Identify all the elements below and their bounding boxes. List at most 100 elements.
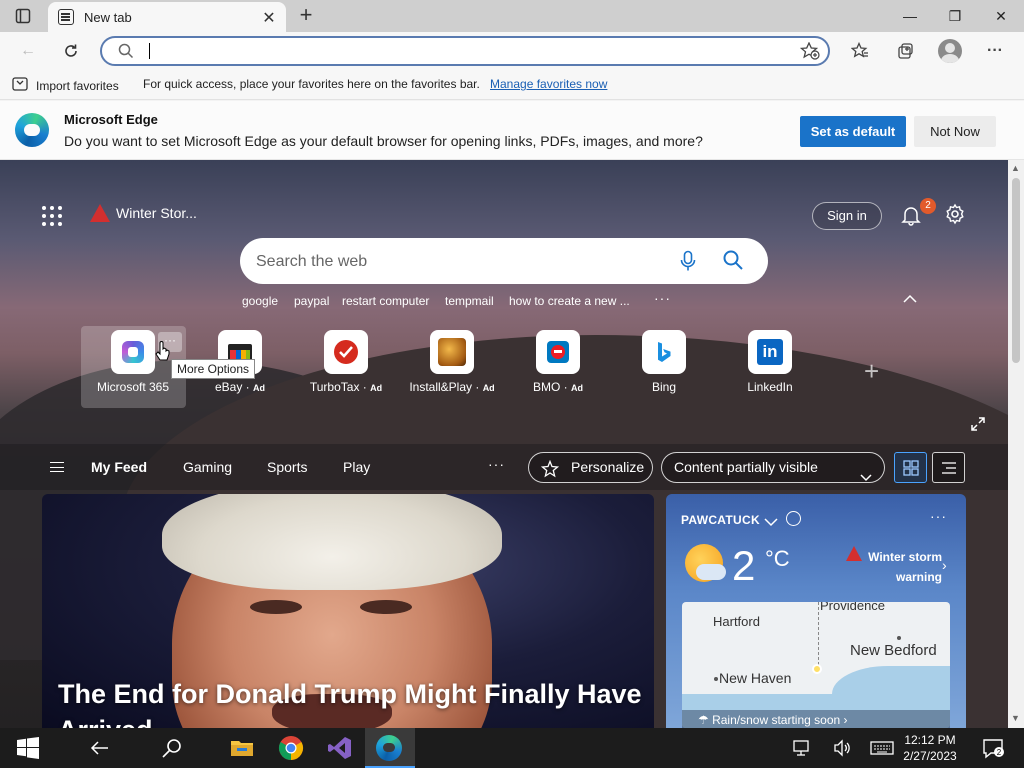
refresh-button[interactable] [57, 38, 85, 64]
search-suggestion[interactable]: restart computer [342, 294, 429, 308]
sign-in-button[interactable]: Sign in [812, 202, 882, 230]
minimize-button[interactable]: — [890, 4, 930, 28]
nav-sports[interactable]: Sports [267, 459, 307, 475]
import-favorites-button[interactable]: Import favorites [12, 77, 119, 94]
page-scrollbar[interactable]: ▲ ▼ [1008, 160, 1024, 728]
scroll-down-icon[interactable]: ▼ [1011, 713, 1020, 723]
profile-avatar[interactable] [938, 39, 962, 63]
default-browser-infobar: Microsoft Edge Do you want to set Micros… [0, 101, 1024, 160]
clock-time: 12:12 PM [904, 733, 956, 747]
web-search-box[interactable]: Search the web [240, 238, 768, 284]
back-arrow-icon[interactable] [88, 734, 116, 762]
search-suggestion[interactable]: how to create a new ... [509, 294, 630, 308]
notifications-icon[interactable]: 2 [982, 734, 1010, 762]
warning-icon [846, 546, 862, 561]
chrome-icon[interactable] [278, 734, 306, 762]
weather-alert-button[interactable]: Winter Stor... [90, 204, 197, 222]
favorites-icon[interactable] [846, 38, 874, 64]
manage-favorites-link[interactable]: Manage favorites now [490, 77, 607, 91]
turbotax-icon [324, 330, 368, 374]
chevron-up-icon[interactable] [902, 292, 918, 304]
import-favorites-label: Import favorites [36, 78, 119, 93]
collections-icon[interactable] [891, 38, 919, 64]
grid-view-button[interactable] [894, 452, 927, 483]
search-suggestion[interactable]: tempmail [445, 294, 494, 308]
network-icon[interactable] [792, 734, 820, 762]
warning-icon [90, 204, 110, 222]
address-input[interactable] [149, 43, 150, 59]
chevron-down-icon[interactable] [764, 514, 778, 527]
search-icon [118, 43, 134, 64]
close-window-button[interactable]: ✕ [981, 4, 1021, 28]
microphone-icon[interactable] [678, 250, 698, 272]
back-button[interactable]: ← [14, 38, 42, 64]
map-city-label: Providence [820, 602, 886, 613]
gear-icon[interactable] [944, 203, 966, 225]
new-tab-button[interactable]: + [294, 4, 318, 28]
file-explorer-icon[interactable] [230, 734, 258, 762]
tab-strip: New tab ✕ + — ❐ ✕ [0, 0, 1024, 32]
more-suggestions-icon[interactable]: ··· [654, 290, 671, 306]
weather-temperature: 2 [732, 542, 756, 589]
nav-play[interactable]: Play [343, 459, 370, 475]
add-quick-link-button[interactable]: + [864, 356, 879, 387]
search-suggestion[interactable]: google [242, 294, 278, 308]
hero-headline[interactable]: The End for Donald Trump Might Finally H… [58, 676, 648, 728]
tab-actions-icon[interactable] [8, 6, 38, 26]
weather-forecast-footer[interactable]: ☂ Rain/snow starting soon › [682, 710, 950, 728]
set-as-default-button[interactable]: Set as default [800, 116, 906, 147]
more-options-tooltip: More Options [171, 359, 256, 379]
news-photo-eye [360, 600, 412, 614]
weather-location[interactable]: PAWCATUCK [681, 513, 760, 527]
volume-icon[interactable] [832, 734, 860, 762]
tab-new-tab[interactable]: New tab ✕ [48, 2, 286, 32]
settings-more-icon[interactable]: ··· [981, 38, 1009, 64]
quick-link-install-play[interactable]: Install&Play · Ad [407, 330, 497, 394]
keyboard-icon[interactable] [870, 734, 898, 762]
globe-icon[interactable] [786, 511, 801, 526]
weather-more-icon[interactable]: ··· [930, 508, 947, 524]
nav-my-feed[interactable]: My Feed [91, 459, 147, 475]
close-tab-icon[interactable]: ✕ [260, 8, 278, 28]
search-icon[interactable] [160, 734, 188, 762]
hero-news-card[interactable]: The End for Donald Trump Might Finally H… [42, 494, 654, 728]
weather-warning-line: warning [895, 570, 942, 584]
weather-card[interactable]: PAWCATUCK ··· 2 °C Winter storm warning … [666, 494, 966, 728]
ad-label: Ad [482, 383, 495, 393]
scroll-up-icon[interactable]: ▲ [1011, 163, 1020, 173]
map-city-label: New Haven [719, 670, 792, 686]
mouse-cursor-icon [155, 341, 171, 368]
quick-link-linkedin[interactable]: in LinkedIn [725, 330, 815, 394]
install-play-icon [430, 330, 474, 374]
search-suggestion[interactable]: paypal [294, 294, 329, 308]
visual-studio-icon[interactable] [327, 734, 355, 762]
windows-start-icon[interactable] [16, 734, 44, 762]
quick-link-turbotax[interactable]: TurboTax · Ad [301, 330, 391, 394]
quick-link-bmo[interactable]: BMO · Ad [513, 330, 603, 394]
list-view-button[interactable] [932, 452, 965, 483]
restore-button[interactable]: ❐ [935, 4, 975, 28]
address-bar[interactable] [100, 36, 830, 66]
scrollbar-thumb[interactable] [1012, 178, 1020, 363]
menu-icon[interactable] [50, 462, 64, 472]
add-favorite-icon[interactable] [799, 41, 820, 65]
content-visibility-value: Content partially visible [674, 459, 818, 475]
map-city-label: New Bedford [850, 642, 937, 659]
content-visibility-dropdown[interactable]: Content partially visible [661, 452, 885, 483]
edge-icon[interactable] [376, 734, 404, 762]
quick-link-bing[interactable]: Bing [619, 330, 709, 394]
nav-gaming[interactable]: Gaming [183, 459, 232, 475]
map-city-dot [897, 636, 901, 640]
personalize-button[interactable]: Personalize [528, 452, 653, 483]
notification-badge: 2 [920, 198, 936, 214]
clock[interactable]: 12:12 PM 2/27/2023 [900, 732, 960, 764]
more-nav-icon[interactable]: ··· [488, 456, 505, 472]
weather-warning[interactable]: Winter storm warning [862, 547, 942, 587]
not-now-button[interactable]: Not Now [914, 116, 996, 147]
map-city-dot [714, 677, 718, 681]
bell-icon[interactable] [900, 204, 922, 226]
app-launcher-icon[interactable] [42, 206, 62, 226]
search-submit-icon[interactable] [722, 249, 744, 271]
weather-unit[interactable]: °C [765, 546, 790, 572]
expand-icon[interactable] [970, 416, 986, 432]
